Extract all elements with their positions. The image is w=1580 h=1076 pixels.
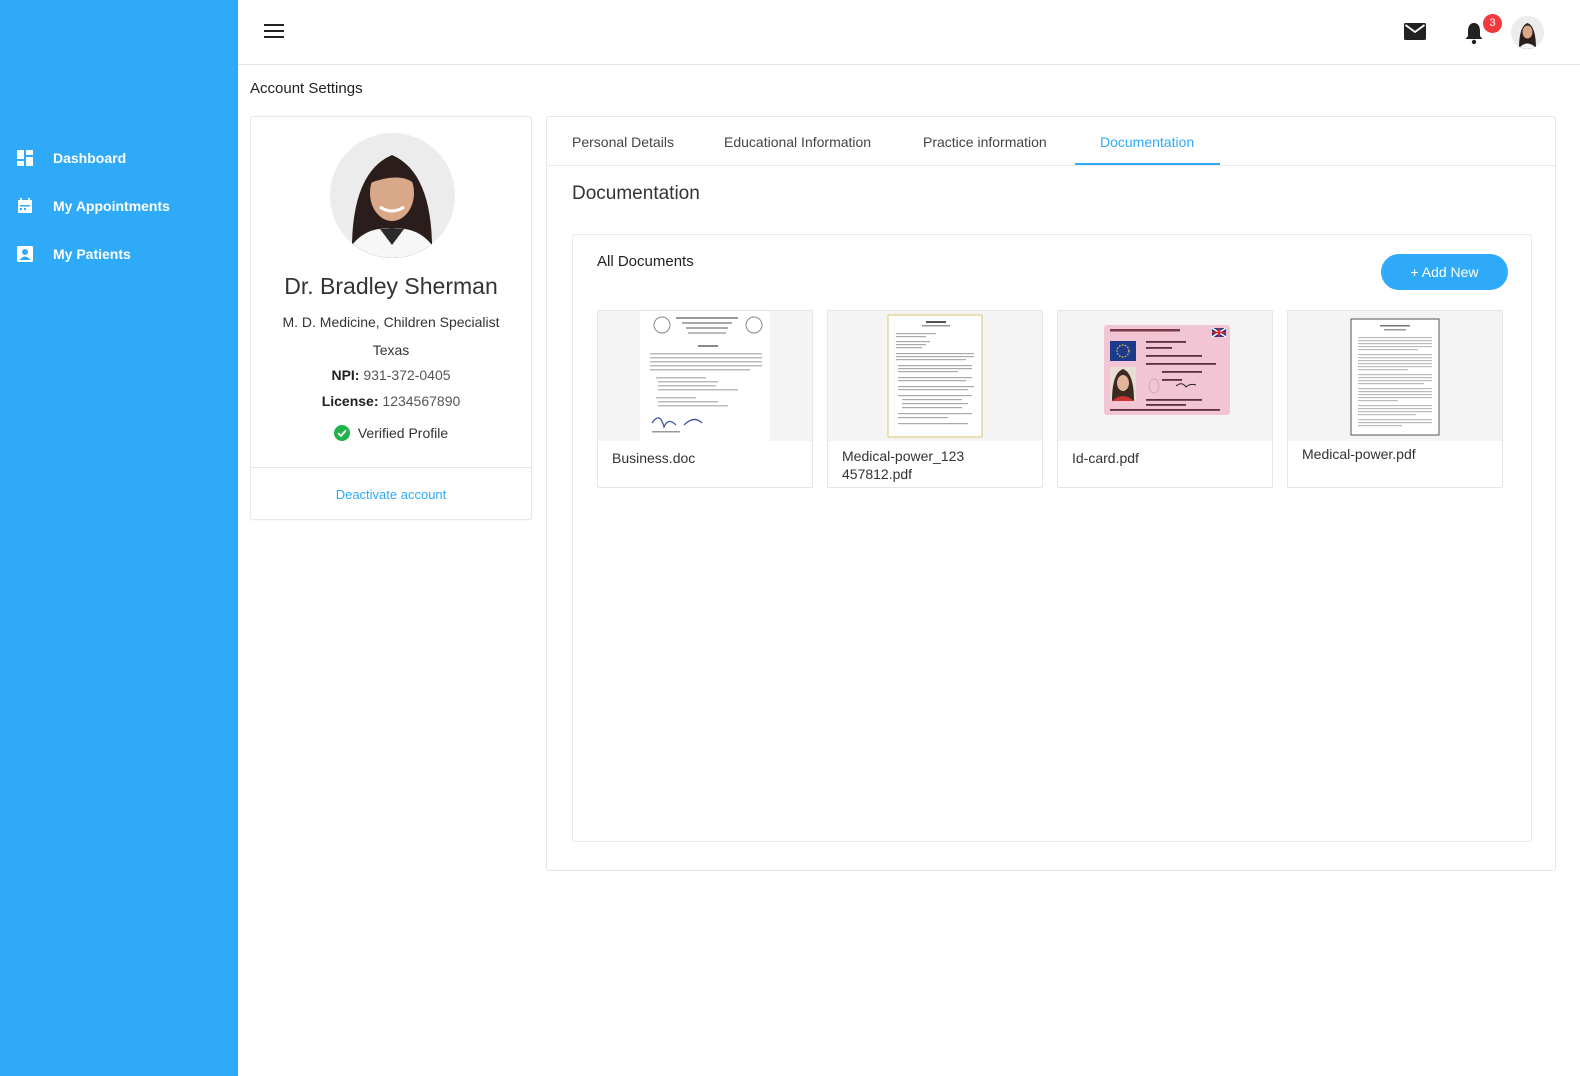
- doctor-location: Texas: [372, 342, 410, 358]
- section-title: Documentation: [572, 183, 700, 204]
- document-card[interactable]: Medical-power.pdf: [1287, 310, 1503, 488]
- documents-box: All Documents + Add New Business.doc Med…: [572, 234, 1532, 842]
- npi-row: NPI: 931-372-0405: [251, 367, 531, 383]
- bell-icon[interactable]: [1464, 21, 1484, 50]
- letter-document-thumbnail: [598, 311, 812, 441]
- npi-label: NPI:: [331, 367, 360, 383]
- check-circle-icon: [333, 425, 350, 441]
- sidebar-item-label: My Patients: [53, 246, 131, 262]
- tab-educational-information[interactable]: Educational Information: [724, 134, 871, 150]
- license-value: 1234567890: [382, 393, 461, 409]
- dashboard-icon: [16, 150, 33, 167]
- documents-list-title: All Documents: [597, 253, 694, 270]
- license-row: License: 1234567890: [251, 393, 531, 409]
- verified-status: Verified Profile: [251, 425, 531, 441]
- page-title: Account Settings: [250, 80, 363, 97]
- menu-icon[interactable]: [264, 24, 284, 40]
- settings-panel: Personal Details Educational Information…: [546, 116, 1556, 871]
- form-document-thumbnail: [828, 311, 1042, 441]
- document-card[interactable]: Medical-power_123 457812.pdf: [827, 310, 1043, 488]
- divider: [251, 467, 531, 468]
- patient-icon: [16, 246, 33, 263]
- sidebar-item-dashboard[interactable]: Dashboard: [16, 146, 126, 170]
- calendar-icon: [16, 198, 33, 215]
- document-name: Medical-power.pdf: [1302, 446, 1416, 462]
- license-label: License:: [321, 393, 379, 409]
- sidebar-item-label: My Appointments: [53, 198, 170, 214]
- profile-card: Dr. Bradley Sherman M. D. Medicine, Chil…: [250, 116, 532, 520]
- active-tab-indicator: [1075, 163, 1220, 165]
- sidebar-item-patients[interactable]: My Patients: [16, 242, 131, 266]
- profile-photo: [330, 133, 455, 258]
- doctor-name: Dr. Bradley Sherman: [284, 273, 498, 299]
- tab-personal-details[interactable]: Personal Details: [572, 134, 674, 150]
- document-name: Id-card.pdf: [1072, 450, 1139, 466]
- sidebar-item-appointments[interactable]: My Appointments: [16, 194, 170, 218]
- document-name: Business.doc: [612, 450, 696, 466]
- npi-value: 931-372-0405: [363, 367, 451, 383]
- id-card-thumbnail: [1058, 311, 1272, 441]
- add-new-button[interactable]: + Add New: [1381, 254, 1508, 290]
- deactivate-account-link[interactable]: Deactivate account: [251, 487, 531, 502]
- sidebar: Dashboard My Appointments My Patients: [0, 0, 238, 1076]
- document-name: Medical-power_123 457812.pdf: [842, 448, 965, 482]
- tab-practice-information[interactable]: Practice information: [923, 134, 1047, 150]
- sidebar-item-label: Dashboard: [53, 150, 127, 166]
- top-header: [238, 0, 1580, 65]
- mail-icon[interactable]: [1404, 23, 1426, 45]
- notification-badge: 3: [1483, 14, 1502, 33]
- document-card[interactable]: Id-card.pdf: [1057, 310, 1273, 488]
- tab-bar: Personal Details Educational Information…: [547, 117, 1555, 166]
- text-document-thumbnail: [1288, 311, 1502, 441]
- avatar[interactable]: [1511, 16, 1544, 49]
- verified-label: Verified Profile: [357, 425, 449, 441]
- tab-documentation[interactable]: Documentation: [1100, 134, 1194, 150]
- document-card[interactable]: Business.doc: [597, 310, 813, 488]
- doctor-specialty: M. D. Medicine, Children Specialist: [282, 314, 500, 330]
